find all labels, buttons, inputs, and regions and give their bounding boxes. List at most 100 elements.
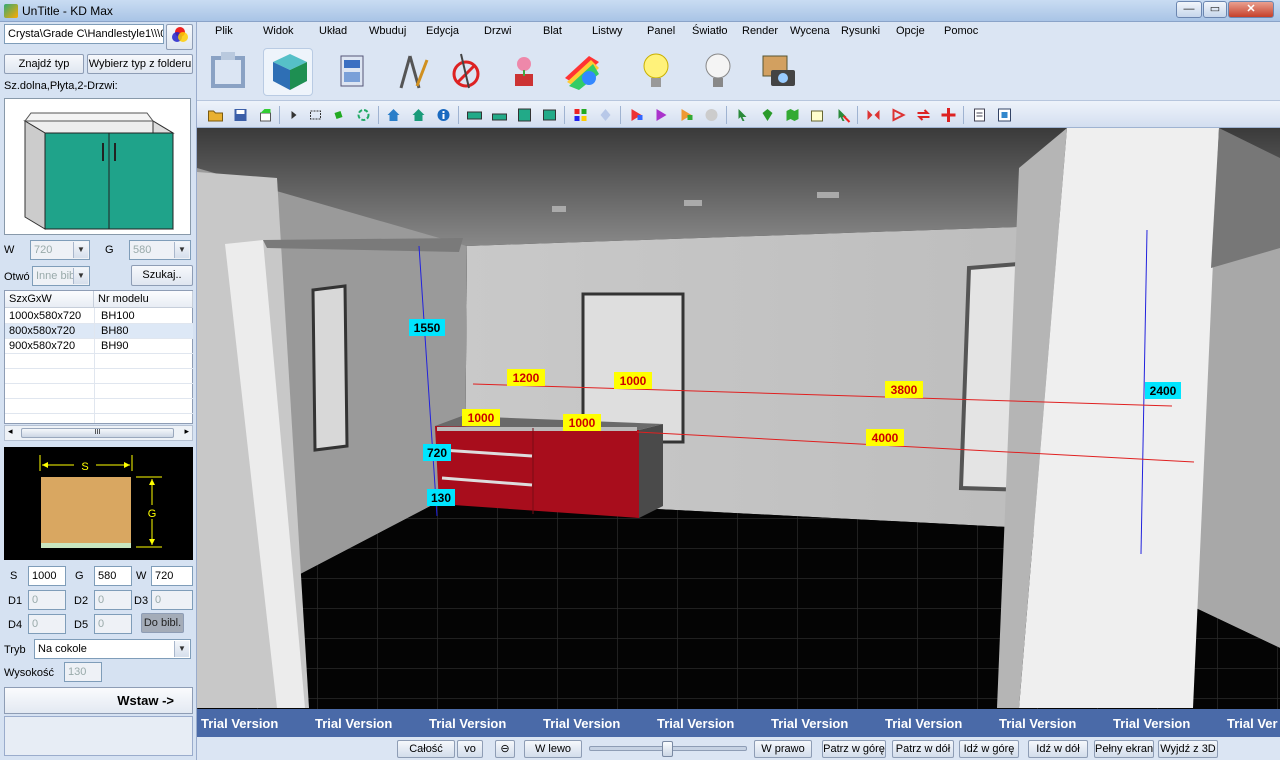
close-button[interactable]: ✕	[1228, 1, 1274, 18]
menu-edit[interactable]: Edycja	[426, 25, 459, 37]
new-box-icon[interactable]	[257, 107, 274, 123]
library-path-field[interactable]: Crysta\Grade C\Handlestyle1\\\0	[4, 24, 164, 44]
play-arrow-icon[interactable]	[285, 107, 302, 123]
exit-3d-button[interactable]: Wyjdź z 3D	[1158, 740, 1218, 758]
color-cursor-icon[interactable]	[653, 107, 670, 123]
move-down-button[interactable]: Idź w dół	[1028, 740, 1088, 758]
worktop-icon[interactable]	[541, 107, 558, 123]
materials-icon[interactable]	[559, 48, 605, 94]
delete-tools-icon[interactable]	[443, 48, 489, 94]
open-folder-icon[interactable]	[207, 107, 224, 123]
menu-view[interactable]: Widok	[263, 25, 294, 37]
2d-plan-icon[interactable]	[207, 48, 253, 94]
select-rectangle-icon[interactable]	[307, 107, 324, 123]
color-picker-button[interactable]	[166, 24, 193, 50]
pan-left-button[interactable]: W lewo	[524, 740, 582, 758]
light-bulb-off-icon[interactable]	[695, 48, 741, 94]
maximize-button[interactable]: ▭	[1203, 1, 1227, 18]
menu-light[interactable]: Światło	[692, 25, 727, 37]
minimize-button[interactable]: —	[1176, 1, 1202, 18]
menu-help[interactable]: Pomoc	[944, 25, 978, 37]
column-header-model[interactable]: Nr modelu	[94, 291, 193, 308]
tall-cabinet-icon[interactable]	[516, 107, 533, 123]
base-cabinet-front[interactable]	[435, 426, 639, 518]
g-input[interactable]: 580	[94, 566, 132, 586]
move-up-button[interactable]: Idź w górę	[959, 740, 1019, 758]
menu-doors[interactable]: Drzwi	[484, 25, 512, 37]
table-row[interactable]: 800x580x720 BH80	[5, 324, 193, 339]
3d-viewport[interactable]: 1550 1200 1000 3800 2400 1000 1000 4000 …	[197, 128, 1280, 737]
screenshot-icon[interactable]	[996, 107, 1013, 123]
d1-input[interactable]: 0	[28, 590, 66, 610]
dim-720[interactable]: 720	[427, 446, 447, 460]
box-select-icon[interactable]	[809, 107, 826, 123]
dim-2400[interactable]: 2400	[1150, 384, 1177, 398]
disabled-circle-icon[interactable]	[703, 107, 720, 123]
mirror-icon[interactable]	[865, 107, 882, 123]
scroll-left-icon[interactable]: ◂	[8, 426, 13, 437]
table-row[interactable]: 900x580x720 BH90	[5, 339, 193, 354]
menu-pricing[interactable]: Wycena	[790, 25, 830, 37]
dim-1000-a[interactable]: 1000	[620, 374, 647, 388]
flip-icon[interactable]	[890, 107, 907, 123]
dim-3800[interactable]: 3800	[891, 383, 918, 397]
look-down-button[interactable]: Patrz w dół	[892, 740, 954, 758]
pan-right-button[interactable]: W prawo	[754, 740, 812, 758]
3d-scene[interactable]: 1550 1200 1000 3800 2400 1000 1000 4000 …	[197, 128, 1280, 737]
base-cabinet-icon[interactable]	[491, 107, 508, 123]
look-up-button[interactable]: Patrz w górę	[822, 740, 886, 758]
zoom-out-partial-button[interactable]: vo	[457, 740, 483, 758]
scroll-right-icon[interactable]: ▸	[184, 426, 189, 437]
save-icon[interactable]	[232, 107, 249, 123]
move-cross-icon[interactable]	[940, 107, 957, 123]
d3-input[interactable]: 0	[151, 590, 193, 610]
pointer-delete-icon[interactable]	[834, 107, 851, 123]
house-up-icon[interactable]	[385, 107, 402, 123]
mode-select[interactable]: Na cokole ▼	[34, 639, 191, 659]
menu-panel[interactable]: Panel	[647, 25, 675, 37]
full-screen-button[interactable]: Pełny ekran	[1094, 740, 1154, 758]
menu-options[interactable]: Opcje	[896, 25, 925, 37]
scrollbar-thumb[interactable]: III	[21, 428, 174, 438]
find-type-button[interactable]: Znajdź typ	[4, 54, 84, 74]
cabinet-library-icon[interactable]	[329, 48, 375, 94]
menu-file[interactable]: Plik	[215, 25, 233, 37]
green-cube-icon[interactable]	[330, 107, 347, 123]
d4-input[interactable]: 0	[28, 614, 66, 634]
fit-all-button[interactable]: Całość	[397, 740, 455, 758]
decoration-icon[interactable]	[501, 48, 547, 94]
height-input[interactable]: 130	[64, 662, 102, 682]
zoom-out-button[interactable]: ⊖	[495, 740, 515, 758]
menu-mouldings[interactable]: Listwy	[592, 25, 623, 37]
compass-tools-icon[interactable]	[387, 48, 433, 94]
dim-1200[interactable]: 1200	[513, 371, 540, 385]
menu-drawings[interactable]: Rysunki	[841, 25, 880, 37]
dim-130[interactable]: 130	[431, 491, 451, 505]
color-cursor-icon[interactable]	[628, 107, 645, 123]
d5-input[interactable]: 0	[94, 614, 132, 634]
choose-type-from-folder-button[interactable]: Wybierz typ z folderu	[87, 54, 193, 74]
opening-select[interactable]: Inne bib ▼	[32, 266, 90, 286]
info-icon[interactable]	[435, 107, 452, 123]
3d-cube-icon[interactable]	[267, 48, 313, 94]
map-icon[interactable]	[784, 107, 801, 123]
d2-input[interactable]: 0	[94, 590, 132, 610]
table-row[interactable]: 1000x580x720 BH100	[5, 309, 193, 324]
menu-layout[interactable]: Układ	[319, 25, 347, 37]
search-button[interactable]: Szukaj..	[131, 265, 193, 286]
dim-1000-c[interactable]: 1000	[569, 416, 596, 430]
house-edit-icon[interactable]	[410, 107, 427, 123]
color-palette-icon[interactable]	[572, 107, 589, 123]
light-bulb-on-icon[interactable]	[633, 48, 679, 94]
w-input[interactable]: 720	[151, 566, 193, 586]
green-gem-icon[interactable]	[759, 107, 776, 123]
swap-arrows-icon[interactable]	[915, 107, 932, 123]
width-select[interactable]: 720 ▼	[30, 240, 90, 260]
menu-build-in[interactable]: Wbuduj	[369, 25, 406, 37]
menu-worktop[interactable]: Blat	[543, 25, 562, 37]
insert-button[interactable]: Wstaw ->	[4, 687, 193, 714]
dim-4000[interactable]: 4000	[872, 431, 899, 445]
menu-render[interactable]: Render	[742, 25, 778, 37]
dim-1000-b[interactable]: 1000	[468, 411, 495, 425]
zoom-slider-thumb[interactable]	[662, 741, 673, 757]
